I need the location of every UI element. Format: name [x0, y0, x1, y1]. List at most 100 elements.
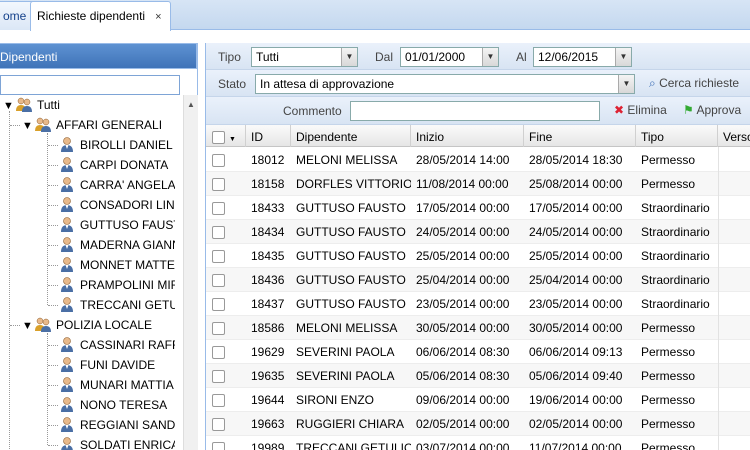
commento-input[interactable] [350, 101, 600, 121]
col-header-tipo[interactable]: Tipo [636, 125, 718, 147]
al-date-field[interactable]: 12/06/2015 ▼ [533, 47, 632, 67]
chevron-down-icon[interactable]: ▼ [615, 48, 631, 66]
table-row[interactable]: 18437 GUTTUSO FAUSTO 23/05/2014 00:00 23/05… [206, 292, 750, 316]
row-checkbox[interactable] [212, 298, 225, 312]
col-header-id[interactable]: ID [246, 125, 291, 147]
table-row[interactable]: 19663 RUGGIERI CHIARA 02/05/2014 00:00 02/0… [206, 412, 750, 436]
tree-node-employee[interactable]: CARRA' ANGELA [58, 175, 175, 195]
chevron-down-icon[interactable]: ▼ [618, 75, 634, 93]
tree-node-tutti[interactable]: ▼ Tutti [3, 95, 60, 115]
tree-node-employee[interactable]: CASSINARI RAFF [58, 335, 175, 355]
col-header-inizio[interactable]: Inizio [411, 125, 524, 147]
col-header-dipendente[interactable]: Dipendente [291, 125, 411, 147]
row-checkbox[interactable] [212, 154, 225, 168]
row-checkbox[interactable] [212, 370, 225, 384]
row-select-cell[interactable] [206, 340, 246, 364]
row-checkbox[interactable] [212, 346, 225, 360]
tree-node-employee[interactable]: MONNET MATTEC [58, 255, 175, 275]
cell-dipendente: GUTTUSO FAUSTO [296, 297, 406, 311]
cell-id: 18437 [251, 297, 285, 311]
scroll-up-arrow-icon[interactable]: ▲ [187, 100, 195, 109]
cell-verso [718, 340, 750, 364]
row-select-cell[interactable] [206, 412, 246, 436]
cerca-richieste-button[interactable]: ⌕ Cerca richieste [649, 76, 739, 91]
tipo-select[interactable]: Tutti ▼ [251, 47, 358, 67]
cell-dipendente: RUGGIERI CHIARA [296, 417, 405, 431]
tree-node-label: GUTTUSO FAUST [80, 218, 175, 232]
expand-triangle-icon[interactable]: ▼ [22, 116, 34, 136]
dal-date-field[interactable]: 01/01/2000 ▼ [400, 47, 499, 67]
cell-verso [718, 220, 750, 244]
tree-search-input[interactable] [0, 75, 180, 95]
cell-verso [718, 388, 750, 412]
tree-node-employee[interactable]: PRAMPOLINI MIR [58, 275, 175, 295]
tree-node-employee[interactable]: SOLDATI ENRICA [58, 435, 175, 450]
row-checkbox[interactable] [212, 178, 225, 192]
row-checkbox[interactable] [212, 226, 225, 240]
tree-node-employee[interactable]: FUNI DAVIDE [58, 355, 175, 375]
tree-node-employee[interactable]: CONSADORI LIN [58, 195, 175, 215]
tree-node-employee[interactable]: MADERNA GIANN [58, 235, 175, 255]
close-icon[interactable]: × [155, 11, 161, 23]
tree-node-group[interactable]: ▼ POLIZIA LOCALE [22, 315, 152, 335]
table-row[interactable]: 18434 GUTTUSO FAUSTO 24/05/2014 00:00 24/05… [206, 220, 750, 244]
table-row[interactable]: 18436 GUTTUSO FAUSTO 25/04/2014 00:00 25/04… [206, 268, 750, 292]
dipendenti-panel: Dipendenti ▼ Tutti ▼ AFFARI GENERALI BIROLLI… [0, 43, 198, 450]
tree-node-employee[interactable]: MUNARI MATTIA [58, 375, 175, 395]
tree-node-employee[interactable]: CARPI DONATA [58, 155, 175, 175]
tab-richieste-dipendenti[interactable]: Richieste dipendenti × [30, 1, 171, 31]
select-all-header[interactable]: ▼ [206, 125, 246, 147]
tree-node-employee[interactable]: BIROLLI DANIEL [58, 135, 175, 155]
row-select-cell[interactable] [206, 388, 246, 412]
cell-verso [718, 292, 750, 316]
chevron-down-icon[interactable]: ▼ [341, 48, 357, 66]
row-select-cell[interactable] [206, 244, 246, 268]
row-checkbox[interactable] [212, 202, 225, 216]
table-row[interactable]: 19644 SIRONI ENZO 09/06/2014 00:00 19/06/20… [206, 388, 750, 412]
select-all-checkbox[interactable] [212, 131, 225, 145]
row-checkbox[interactable] [212, 418, 225, 432]
row-checkbox[interactable] [212, 322, 225, 336]
chevron-down-icon[interactable]: ▼ [229, 136, 236, 143]
table-row[interactable]: 18158 DORFLES VITTORIO 11/08/2014 00:00 25/… [206, 172, 750, 196]
row-select-cell[interactable] [206, 292, 246, 316]
row-checkbox[interactable] [212, 394, 225, 408]
col-header-verso[interactable]: Verso [718, 125, 750, 147]
row-select-cell[interactable] [206, 172, 246, 196]
tree-scrollbar[interactable]: ▲ [183, 95, 198, 450]
cell-dipendente: MELONI MELISSA [296, 153, 398, 167]
cell-inizio: 25/04/2014 00:00 [416, 273, 510, 287]
row-select-cell[interactable] [206, 196, 246, 220]
table-row[interactable]: 19635 SEVERINI PAOLA 05/06/2014 08:30 05/06… [206, 364, 750, 388]
row-select-cell[interactable] [206, 436, 246, 450]
chevron-down-icon[interactable]: ▼ [482, 48, 498, 66]
tree-node-employee[interactable]: GUTTUSO FAUST [58, 215, 175, 235]
table-row[interactable]: 18012 MELONI MELISSA 28/05/2014 14:00 28/05… [206, 148, 750, 172]
tree-node-employee[interactable]: TRECCANI GETU [58, 295, 175, 315]
row-checkbox[interactable] [212, 250, 225, 264]
row-select-cell[interactable] [206, 220, 246, 244]
table-row[interactable]: 18435 GUTTUSO FAUSTO 25/05/2014 00:00 25/05… [206, 244, 750, 268]
cell-id: 18435 [251, 249, 285, 263]
person-icon [58, 356, 76, 372]
elimina-button[interactable]: ✖ Elimina [614, 103, 667, 117]
row-checkbox[interactable] [212, 442, 225, 450]
table-row[interactable]: 19629 SEVERINI PAOLA 06/06/2014 08:30 06/06… [206, 340, 750, 364]
approva-button[interactable]: ⚑ Approva [683, 103, 741, 117]
stato-select[interactable]: In attesa di approvazione ▼ [255, 74, 635, 94]
col-header-fine[interactable]: Fine [524, 125, 636, 147]
row-select-cell[interactable] [206, 268, 246, 292]
row-select-cell[interactable] [206, 316, 246, 340]
tree-connector [10, 125, 20, 126]
tree-connector [48, 185, 58, 186]
tree-node-employee[interactable]: REGGIANI SAND [58, 415, 175, 435]
row-select-cell[interactable] [206, 148, 246, 172]
table-row[interactable]: 19989 TRECCANI GETULIO 03/07/2014 00:00 11/… [206, 436, 750, 450]
tree-node-employee[interactable]: NONO TERESA [58, 395, 175, 415]
expand-triangle-icon[interactable]: ▼ [22, 316, 34, 336]
table-row[interactable]: 18433 GUTTUSO FAUSTO 17/05/2014 00:00 17/05… [206, 196, 750, 220]
row-select-cell[interactable] [206, 364, 246, 388]
row-checkbox[interactable] [212, 274, 225, 288]
tree-node-group[interactable]: ▼ AFFARI GENERALI [22, 115, 162, 135]
table-row[interactable]: 18586 MELONI MELISSA 30/05/2014 00:00 30/05… [206, 316, 750, 340]
